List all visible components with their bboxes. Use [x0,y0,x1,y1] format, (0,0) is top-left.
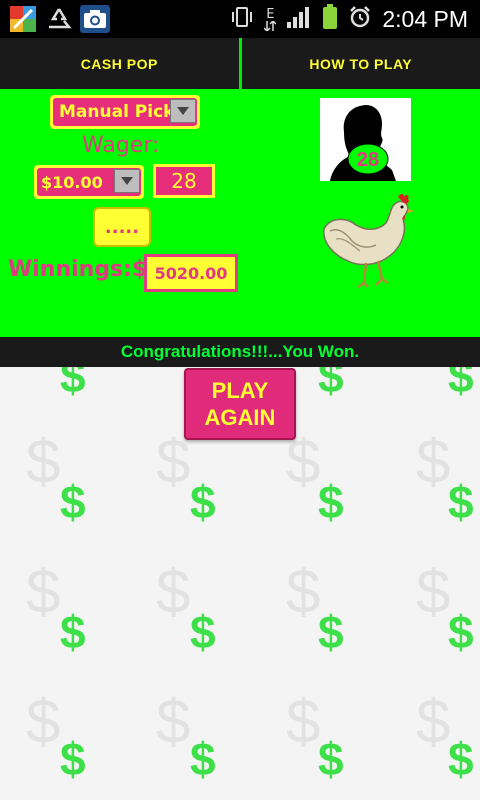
wager-select[interactable]: $10.00 [34,165,144,199]
dollar-sign-icon: $ [448,476,474,528]
picked-number-field[interactable]: 28 [153,164,215,198]
dollar-sign-icon: $ [286,558,321,627]
winnings-value: 5020.00 [147,257,235,289]
network-e-icon: E [264,6,277,31]
chicken-image [316,187,416,297]
dollar-sign-icon: $ [318,733,344,785]
pick-mode-select[interactable]: Manual Pick [50,95,200,129]
wager-label: Wager: [82,133,160,158]
dollar-sign-icon: $ [60,606,86,658]
recycle-icon [44,5,74,33]
dollar-sign-icon: $ [156,558,191,627]
avg-antivirus-icon [8,5,38,33]
dollar-sign-icon: $ [416,558,451,627]
dollar-sign-icon: $ [286,688,321,757]
tab-bar: CASH POP HOW TO PLAY [0,38,480,89]
battery-icon [322,4,338,34]
dollar-sign-icon: $ [60,733,86,785]
dollar-sign-icon: $ [416,688,451,757]
clock-time: 2:04 PM [382,5,468,32]
network-type-label: E [266,6,275,22]
dollar-sign-icon: $ [448,367,474,402]
dollar-sign-icon: $ [26,688,61,757]
tab-how-to-play[interactable]: HOW TO PLAY [242,38,480,89]
game-panel: Manual Pick Wager: $10.00 28 ..... Winni… [0,89,480,337]
play-again-button[interactable]: PLAY AGAIN [184,368,296,440]
pick-button[interactable]: ..... [93,207,151,247]
winnings-label: Winnings:$ [8,257,148,282]
dollar-sign-icon: $ [416,428,451,497]
dollar-sign-icon: $ [190,733,216,785]
play-again-line2: AGAIN [204,405,276,430]
dollar-sign-icon: $ [448,606,474,658]
dollar-sign-icon: $ [448,733,474,785]
dollar-sign-icon: $ [60,367,86,402]
pick-mode-value: Manual Pick [59,102,175,122]
dollar-sign-icon: $ [190,606,216,658]
dollar-sign-icon: $ [26,558,61,627]
chevron-down-icon[interactable] [170,99,196,123]
dollar-sign-icon: $ [318,367,344,402]
dollar-sign-icon: $ [156,688,191,757]
dollar-sign-icon: $ [190,476,216,528]
vibrate-icon [230,6,254,32]
camera-icon [80,5,110,33]
status-bar: E 2:04 PM [0,0,480,38]
dollar-sign-icon: $ [318,606,344,658]
portrait-number: 28 [357,149,379,171]
signal-icon [286,6,312,32]
dollar-sign-icon: $ [26,428,61,497]
alarm-icon [348,5,372,33]
wager-value: $10.00 [41,172,103,192]
play-again-line1: PLAY [211,378,269,403]
tab-cash-pop[interactable]: CASH POP [0,38,239,89]
winnings-field: 5020.00 [144,254,238,292]
silhouette-portrait: 28 [320,98,411,181]
picked-number-value: 28 [156,167,212,195]
dollar-sign-icon: $ [318,476,344,528]
result-message: Congratulations!!!...You Won. [0,337,480,367]
chevron-down-icon[interactable] [114,169,140,193]
dollar-sign-icon: $ [60,476,86,528]
